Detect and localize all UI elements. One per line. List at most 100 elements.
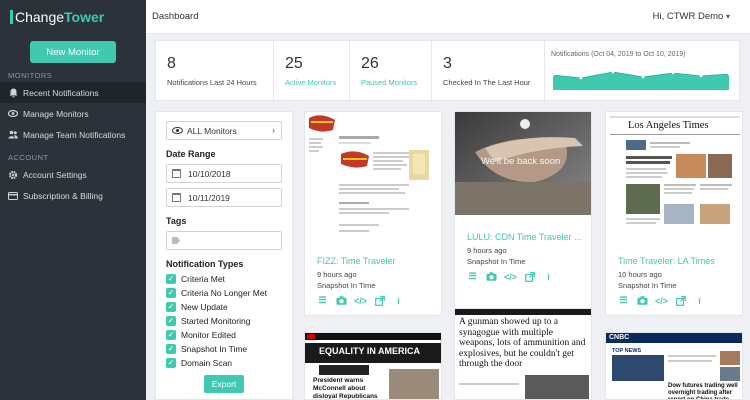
code-icon[interactable]: </> bbox=[655, 295, 668, 306]
stat-value: 3 bbox=[443, 55, 452, 72]
tags-input[interactable] bbox=[166, 231, 282, 250]
checkbox-checked-icon[interactable]: ✓ bbox=[166, 358, 176, 368]
sidebar-item-label: Subscription & Billing bbox=[23, 190, 103, 201]
stat-active-monitors[interactable]: 25 Active Monitors bbox=[274, 41, 350, 100]
type-checkbox-criteria-met[interactable]: ✓ Criteria Met bbox=[166, 272, 282, 286]
story-image bbox=[525, 375, 589, 399]
camera-icon[interactable] bbox=[486, 271, 497, 282]
code-icon[interactable]: </> bbox=[504, 271, 517, 282]
site-logo: CNBC bbox=[609, 334, 630, 341]
external-link-icon[interactable] bbox=[675, 295, 686, 306]
checkbox-checked-icon[interactable]: ✓ bbox=[166, 316, 176, 326]
sidebar-item-subscription-billing[interactable]: Subscription & Billing bbox=[0, 185, 146, 206]
notification-card-lulu[interactable]: We'll be back soon LULU: CDN Time Travel… bbox=[454, 111, 592, 316]
export-button[interactable]: Export bbox=[204, 375, 244, 393]
type-checkbox-new-update[interactable]: ✓ New Update bbox=[166, 300, 282, 314]
sidebar-item-manage-monitors[interactable]: Manage Monitors bbox=[0, 103, 146, 124]
calendar-icon bbox=[172, 169, 181, 178]
card-type: Snapshot In Time bbox=[618, 281, 677, 290]
snapshot-thumbnail[interactable]: CNBC TOP NEWS Dow futures trading well o… bbox=[606, 333, 742, 400]
sidebar: Change Tower New Monitor MONITORS Recent … bbox=[0, 0, 146, 400]
stat-paused-monitors[interactable]: 26 Paused Monitors bbox=[350, 41, 432, 100]
notification-card-cnn[interactable]: EQUALITY IN AMERICA President warns McCo… bbox=[304, 332, 442, 400]
checkbox-checked-icon[interactable]: ✓ bbox=[166, 344, 176, 354]
list-icon[interactable]: ☰ bbox=[467, 271, 478, 282]
sidebar-item-account-settings[interactable]: Account Settings bbox=[0, 164, 146, 185]
monitor-select[interactable]: ALL Monitors › bbox=[166, 121, 282, 140]
headline: Dow futures trading well overnight tradi… bbox=[668, 383, 738, 400]
type-label: Monitor Edited bbox=[181, 330, 236, 340]
sidebar-item-label: Account Settings bbox=[23, 169, 87, 180]
cnn-logo bbox=[307, 334, 315, 339]
snapshot-thumbnail[interactable]: We'll be back soon bbox=[455, 112, 591, 215]
user-menu[interactable]: Hi, CTWR Demo ▾ bbox=[653, 11, 730, 22]
sparkline-point bbox=[671, 71, 675, 75]
snapshot-thumbnail[interactable]: EQUALITY IN AMERICA President warns McCo… bbox=[305, 333, 441, 400]
text-line bbox=[668, 360, 712, 362]
section-label: TOP NEWS bbox=[612, 348, 642, 354]
external-link-icon[interactable] bbox=[374, 295, 385, 306]
card-actions: ☰ </> i bbox=[467, 271, 554, 282]
sparkline-area bbox=[553, 72, 729, 90]
snapshot-thumbnail[interactable] bbox=[305, 112, 441, 244]
checkbox-checked-icon[interactable]: ✓ bbox=[166, 302, 176, 312]
checkbox-checked-icon[interactable]: ✓ bbox=[166, 330, 176, 340]
new-monitor-button[interactable]: New Monitor bbox=[30, 41, 116, 63]
sidebar-item-recent-notifications[interactable]: Recent Notifications bbox=[0, 82, 146, 103]
sparkline-chart bbox=[551, 70, 731, 90]
list-icon[interactable]: ☰ bbox=[618, 295, 629, 306]
external-link-icon[interactable] bbox=[524, 271, 535, 282]
sparkline-point bbox=[579, 76, 583, 80]
sidebar-item-manage-team-notifications[interactable]: Manage Team Notifications bbox=[0, 124, 146, 145]
app-logo[interactable]: Change Tower bbox=[0, 0, 146, 34]
notification-card-cnbc[interactable]: CNBC TOP NEWS Dow futures trading well o… bbox=[605, 332, 743, 400]
breadcrumb: Dashboard bbox=[152, 11, 199, 22]
headline: President warns McConnell about disloyal… bbox=[313, 377, 378, 400]
code-icon[interactable]: </> bbox=[354, 295, 367, 306]
list-icon[interactable]: ☰ bbox=[317, 295, 328, 306]
type-label: Started Monitoring bbox=[181, 316, 251, 326]
camera-icon[interactable] bbox=[637, 295, 648, 306]
notification-card-fizz[interactable]: FIZZ: Time Traveler 9 hours ago Snapshot… bbox=[304, 111, 442, 316]
type-checkbox-started-monitoring[interactable]: ✓ Started Monitoring bbox=[166, 314, 282, 328]
stat-label[interactable]: Active Monitors bbox=[285, 78, 349, 87]
date-from-input[interactable]: 10/10/2018 bbox=[166, 164, 282, 183]
top-bar: Dashboard Hi, CTWR Demo ▾ bbox=[146, 0, 750, 34]
stat-value: 8 bbox=[167, 55, 176, 72]
sparkline-point bbox=[699, 74, 703, 78]
info-icon[interactable]: i bbox=[694, 295, 705, 306]
checkbox-checked-icon[interactable]: ✓ bbox=[166, 274, 176, 284]
tags-label: Tags bbox=[166, 216, 187, 226]
type-checkbox-snapshot-in-time[interactable]: ✓ Snapshot In Time bbox=[166, 342, 282, 356]
date-from-value: 10/10/2018 bbox=[188, 168, 231, 179]
info-icon[interactable]: i bbox=[393, 295, 404, 306]
snapshot-thumbnail[interactable]: A gunman showed up to a synagogue with m… bbox=[455, 309, 591, 399]
gear-icon bbox=[8, 170, 18, 180]
type-checkbox-criteria-no-longer-met[interactable]: ✓ Criteria No Longer Met bbox=[166, 286, 282, 300]
users-icon bbox=[8, 130, 18, 140]
date-to-input[interactable]: 10/11/2019 bbox=[166, 188, 282, 207]
chevron-down-icon: ▾ bbox=[725, 12, 730, 21]
card-title[interactable]: Time Traveler: LA Times bbox=[618, 256, 715, 266]
section-label-account: ACCOUNT bbox=[8, 153, 49, 162]
eye-icon bbox=[8, 109, 18, 119]
article-headline: A gunman showed up to a synagogue with m… bbox=[459, 317, 586, 369]
chevron-right-icon: › bbox=[272, 125, 275, 135]
card-title[interactable]: LULU: CDN Time Traveler ... bbox=[467, 232, 582, 242]
snapshot-thumbnail[interactable]: Los Angeles Times bbox=[606, 112, 742, 244]
checkbox-checked-icon[interactable]: ✓ bbox=[166, 288, 176, 298]
tag-icon bbox=[172, 237, 180, 244]
stat-label: Notifications Last 24 Hours bbox=[167, 78, 257, 87]
type-checkbox-domain-scan[interactable]: ✓ Domain Scan bbox=[166, 356, 282, 370]
camera-icon[interactable] bbox=[336, 295, 347, 306]
notification-card-article[interactable]: A gunman showed up to a synagogue with m… bbox=[454, 308, 592, 400]
notification-types-label: Notification Types bbox=[166, 259, 244, 269]
notification-card-la-times[interactable]: Los Angeles Times Time Traveler: LA Time… bbox=[605, 111, 743, 316]
banner-text: EQUALITY IN AMERICA bbox=[319, 346, 421, 356]
type-checkbox-monitor-edited[interactable]: ✓ Monitor Edited bbox=[166, 328, 282, 342]
monitor-select-value: ALL Monitors bbox=[187, 125, 237, 136]
card-title[interactable]: FIZZ: Time Traveler bbox=[317, 256, 396, 266]
type-label: Domain Scan bbox=[181, 358, 233, 368]
stat-label[interactable]: Paused Monitors bbox=[361, 78, 431, 87]
info-icon[interactable]: i bbox=[543, 271, 554, 282]
